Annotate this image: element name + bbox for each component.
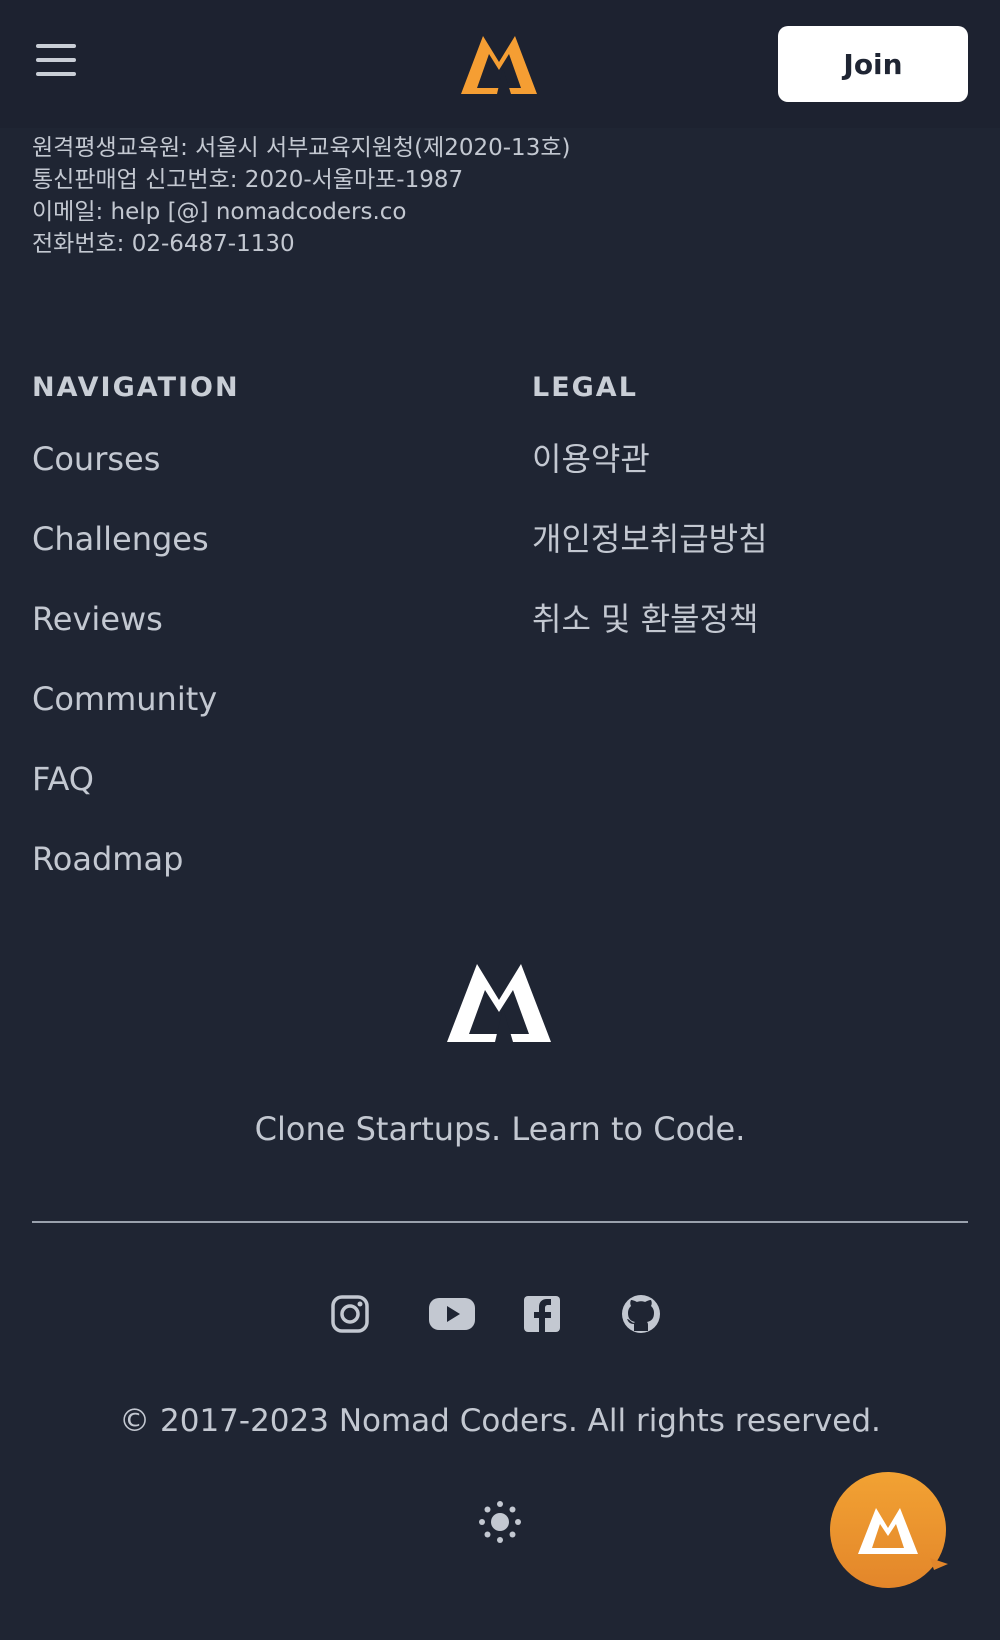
navigation-heading: NAVIGATION — [32, 372, 240, 403]
education-registration: 원격평생교육원: 서울시 서부교육지원청(제2020-13호) — [32, 135, 571, 161]
facebook-icon[interactable] — [522, 1290, 562, 1338]
join-button[interactable]: Join — [778, 26, 968, 102]
contact-email: 이메일: help [@] nomadcoders.co — [32, 199, 407, 225]
top-navigation-bar: Join — [0, 0, 1000, 128]
legal-heading: LEGAL — [532, 372, 638, 403]
instagram-icon[interactable] — [330, 1290, 370, 1338]
footer-logo-icon — [447, 964, 551, 1042]
footer-divider — [32, 1221, 968, 1223]
legal-link-terms[interactable]: 이용약관 — [532, 439, 768, 519]
company-info: 원격평생교육원: 서울시 서부교육지원청(제2020-13호) 통신판매업 신고… — [32, 132, 570, 260]
tagline: Clone Startups. Learn to Code. — [254, 1110, 746, 1148]
nav-link-courses[interactable]: Courses — [32, 439, 240, 519]
legal-link-privacy[interactable]: 개인정보취급방침 — [532, 519, 768, 599]
copyright-text: © 2017-2023 Nomad Coders. All rights res… — [119, 1403, 881, 1439]
nav-link-faq[interactable]: FAQ — [32, 759, 240, 839]
nav-link-challenges[interactable]: Challenges — [32, 519, 240, 599]
sun-theme-toggle-icon[interactable] — [478, 1500, 522, 1544]
github-icon[interactable] — [620, 1290, 662, 1338]
nav-link-roadmap[interactable]: Roadmap — [32, 839, 240, 919]
contact-phone: 전화번호: 02-6487-1130 — [32, 231, 295, 257]
nav-link-community[interactable]: Community — [32, 679, 240, 759]
business-registration: 통신판매업 신고번호: 2020-서울마포-1987 — [32, 167, 464, 193]
legal-column: LEGAL 이용약관 개인정보취급방침 취소 및 환불정책 — [532, 372, 768, 679]
nomad-coders-logo-icon[interactable] — [457, 28, 542, 98]
legal-link-refund[interactable]: 취소 및 환불정책 — [532, 599, 768, 679]
chat-bubble-button-icon[interactable] — [830, 1472, 952, 1594]
hamburger-menu-icon[interactable] — [36, 44, 76, 78]
youtube-icon[interactable] — [428, 1290, 476, 1338]
navigation-column: NAVIGATION Courses Challenges Reviews Co… — [32, 372, 240, 919]
nav-link-reviews[interactable]: Reviews — [32, 599, 240, 679]
